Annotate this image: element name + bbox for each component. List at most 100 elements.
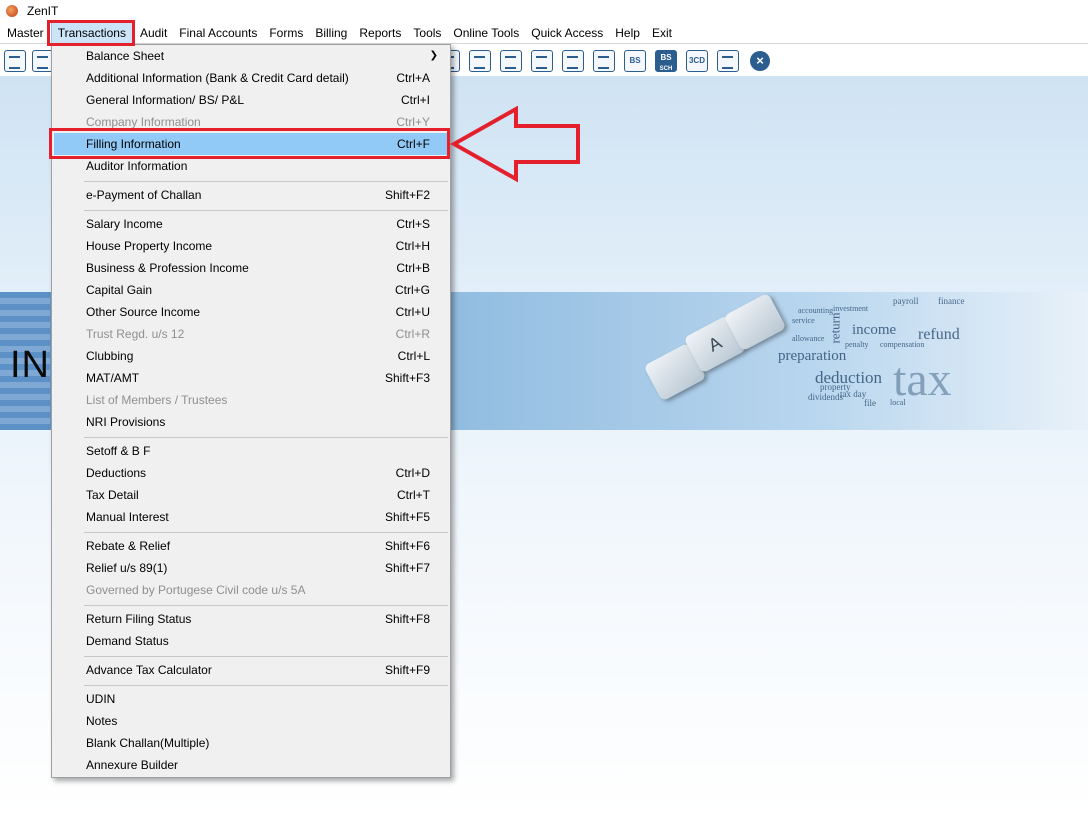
menu-item-label: Business & Profession Income	[86, 261, 249, 275]
menu-final-accounts[interactable]: Final Accounts	[173, 22, 263, 44]
menu-item-shortcut: Ctrl+R	[395, 327, 430, 341]
menu-item-shortcut: Ctrl+B	[396, 261, 430, 275]
folder-add-icon[interactable]	[562, 50, 584, 72]
menu-item-label: Annexure Builder	[86, 758, 179, 772]
menu-item-label: Deductions	[86, 466, 147, 480]
menu-audit[interactable]: Audit	[134, 22, 173, 44]
menu-item-label: Governed by Portugese Civil code u/s 5A	[86, 583, 306, 597]
menu-item-other-source-income[interactable]: Other Source Income Ctrl+U	[54, 301, 448, 323]
menu-item-label: e-Payment of Challan	[86, 188, 202, 202]
bs-sch-sub-label: SCH	[659, 66, 673, 72]
banner-word: return	[827, 312, 843, 344]
menu-item-label: Relief u/s 89(1)	[86, 561, 168, 575]
menu-item-advance-tax-calculator[interactable]: Advance Tax Calculator Shift+F9	[54, 659, 448, 681]
menu-item-shortcut: Shift+F5	[384, 510, 430, 524]
menu-bar: Master Transactions Audit Final Accounts…	[0, 20, 1088, 45]
window-title: ZenIT	[27, 4, 59, 18]
menu-item-balance-sheet[interactable]: Balance Sheet ❯	[54, 45, 448, 67]
menu-item-label: Notes	[86, 714, 118, 728]
menu-master[interactable]: Master	[0, 22, 50, 44]
menu-item-deductions[interactable]: Deductions Ctrl+D	[54, 462, 448, 484]
menu-item-notes[interactable]: Notes	[54, 710, 448, 732]
menu-item-shortcut: Ctrl+L	[397, 349, 430, 363]
rupee-icon[interactable]	[4, 50, 26, 72]
menu-item-shortcut: Ctrl+S	[396, 217, 430, 231]
menu-item-shortcut: Shift+F3	[384, 371, 430, 385]
chart-icon[interactable]	[469, 50, 491, 72]
banner-word: penalty	[845, 340, 869, 349]
highlight-box-transactions-menu	[47, 20, 135, 46]
menu-item-label: Balance Sheet	[86, 49, 165, 63]
menu-item-shortcut: Shift+F9	[384, 663, 430, 677]
menu-item-return-filing-status[interactable]: Return Filing Status Shift+F8	[54, 608, 448, 630]
menu-item-shortcut: Ctrl+I	[400, 93, 430, 107]
menu-item-e-payment-of-challan[interactable]: e-Payment of Challan Shift+F2	[54, 184, 448, 206]
close-icon[interactable]: ×	[750, 51, 770, 71]
menu-item-shortcut: Ctrl+U	[395, 305, 430, 319]
menu-item-capital-gain[interactable]: Capital Gain Ctrl+G	[54, 279, 448, 301]
menu-item-shortcut: Ctrl+H	[395, 239, 430, 253]
menu-item-label: UDIN	[86, 692, 116, 706]
3cd-icon[interactable]: 3CD	[686, 50, 708, 72]
menu-item-udin[interactable]: UDIN	[54, 688, 448, 710]
menu-item-salary-income[interactable]: Salary Income Ctrl+S	[54, 213, 448, 235]
menu-item-mat-amt[interactable]: MAT/AMT Shift+F3	[54, 367, 448, 389]
banner-word: dividends	[808, 392, 843, 402]
menu-item-nri-provisions[interactable]: NRI Provisions	[54, 411, 448, 433]
menu-item-label: Advance Tax Calculator	[86, 663, 212, 677]
menu-separator	[84, 532, 448, 533]
pointer-arrow-icon	[450, 106, 580, 183]
bs-sch-icon[interactable]: BS SCH	[655, 50, 677, 72]
menu-item-label: Demand Status	[86, 634, 169, 648]
banner-word: compensation	[880, 340, 925, 349]
banner-word: finance	[938, 296, 965, 306]
menu-reports[interactable]: Reports	[353, 22, 407, 44]
title-bar: ZenIT	[0, 0, 1088, 22]
banner-word: file	[864, 398, 876, 408]
menu-item-list-of-members: List of Members / Trustees	[54, 389, 448, 411]
banner-word: tax day	[840, 389, 867, 399]
menu-item-shortcut: Ctrl+D	[395, 466, 430, 480]
menu-tools[interactable]: Tools	[407, 22, 447, 44]
menu-item-trust-regd: Trust Regd. u/s 12 Ctrl+R	[54, 323, 448, 345]
menu-item-label: Salary Income	[86, 217, 163, 231]
menu-item-shortcut: Shift+F7	[384, 561, 430, 575]
menu-exit[interactable]: Exit	[646, 22, 678, 44]
app-window: ZenIT Master Transactions Audit Final Ac…	[0, 0, 1088, 817]
banner-word: income	[852, 322, 897, 338]
menu-online-tools[interactable]: Online Tools	[447, 22, 525, 44]
menu-item-additional-information[interactable]: Additional Information (Bank & Credit Ca…	[54, 67, 448, 89]
menu-item-clubbing[interactable]: Clubbing Ctrl+L	[54, 345, 448, 367]
menu-item-blank-challan-multiple[interactable]: Blank Challan(Multiple)	[54, 732, 448, 754]
user-doc-icon[interactable]	[500, 50, 522, 72]
menu-item-label: Rebate & Relief	[86, 539, 171, 553]
keyboard-keys-graphic: A	[640, 292, 790, 412]
menu-item-general-information[interactable]: General Information/ BS/ P&L Ctrl+I	[54, 89, 448, 111]
menu-item-shortcut: Ctrl+A	[396, 71, 430, 85]
menu-item-annexure-builder[interactable]: Annexure Builder	[54, 754, 448, 776]
menu-forms[interactable]: Forms	[263, 22, 309, 44]
bs-sch-label: BS	[660, 53, 672, 62]
calendar-icon[interactable]	[531, 50, 553, 72]
bs-icon[interactable]: BS	[624, 50, 646, 72]
menu-item-manual-interest[interactable]: Manual Interest Shift+F5	[54, 506, 448, 528]
menu-item-label: General Information/ BS/ P&L	[86, 93, 245, 107]
menu-billing[interactable]: Billing	[309, 22, 353, 44]
menu-item-label: House Property Income	[86, 239, 213, 253]
menu-item-relief-89-1[interactable]: Relief u/s 89(1) Shift+F7	[54, 557, 448, 579]
refresh-icon[interactable]	[593, 50, 615, 72]
menu-item-business-profession-income[interactable]: Business & Profession Income Ctrl+B	[54, 257, 448, 279]
menu-item-rebate-relief[interactable]: Rebate & Relief Shift+F6	[54, 535, 448, 557]
menu-help[interactable]: Help	[609, 22, 646, 44]
menu-item-tax-detail[interactable]: Tax Detail Ctrl+T	[54, 484, 448, 506]
menu-item-label: MAT/AMT	[86, 371, 140, 385]
menu-item-label: Capital Gain	[86, 283, 153, 297]
form-icon[interactable]	[717, 50, 739, 72]
menu-item-label: Setoff & B F	[86, 444, 151, 458]
menu-quick-access[interactable]: Quick Access	[525, 22, 609, 44]
menu-item-label: Tax Detail	[86, 488, 139, 502]
menu-item-setoff-bf[interactable]: Setoff & B F	[54, 440, 448, 462]
banner-word: preparation	[778, 348, 847, 364]
menu-item-house-property-income[interactable]: House Property Income Ctrl+H	[54, 235, 448, 257]
menu-item-demand-status[interactable]: Demand Status	[54, 630, 448, 652]
